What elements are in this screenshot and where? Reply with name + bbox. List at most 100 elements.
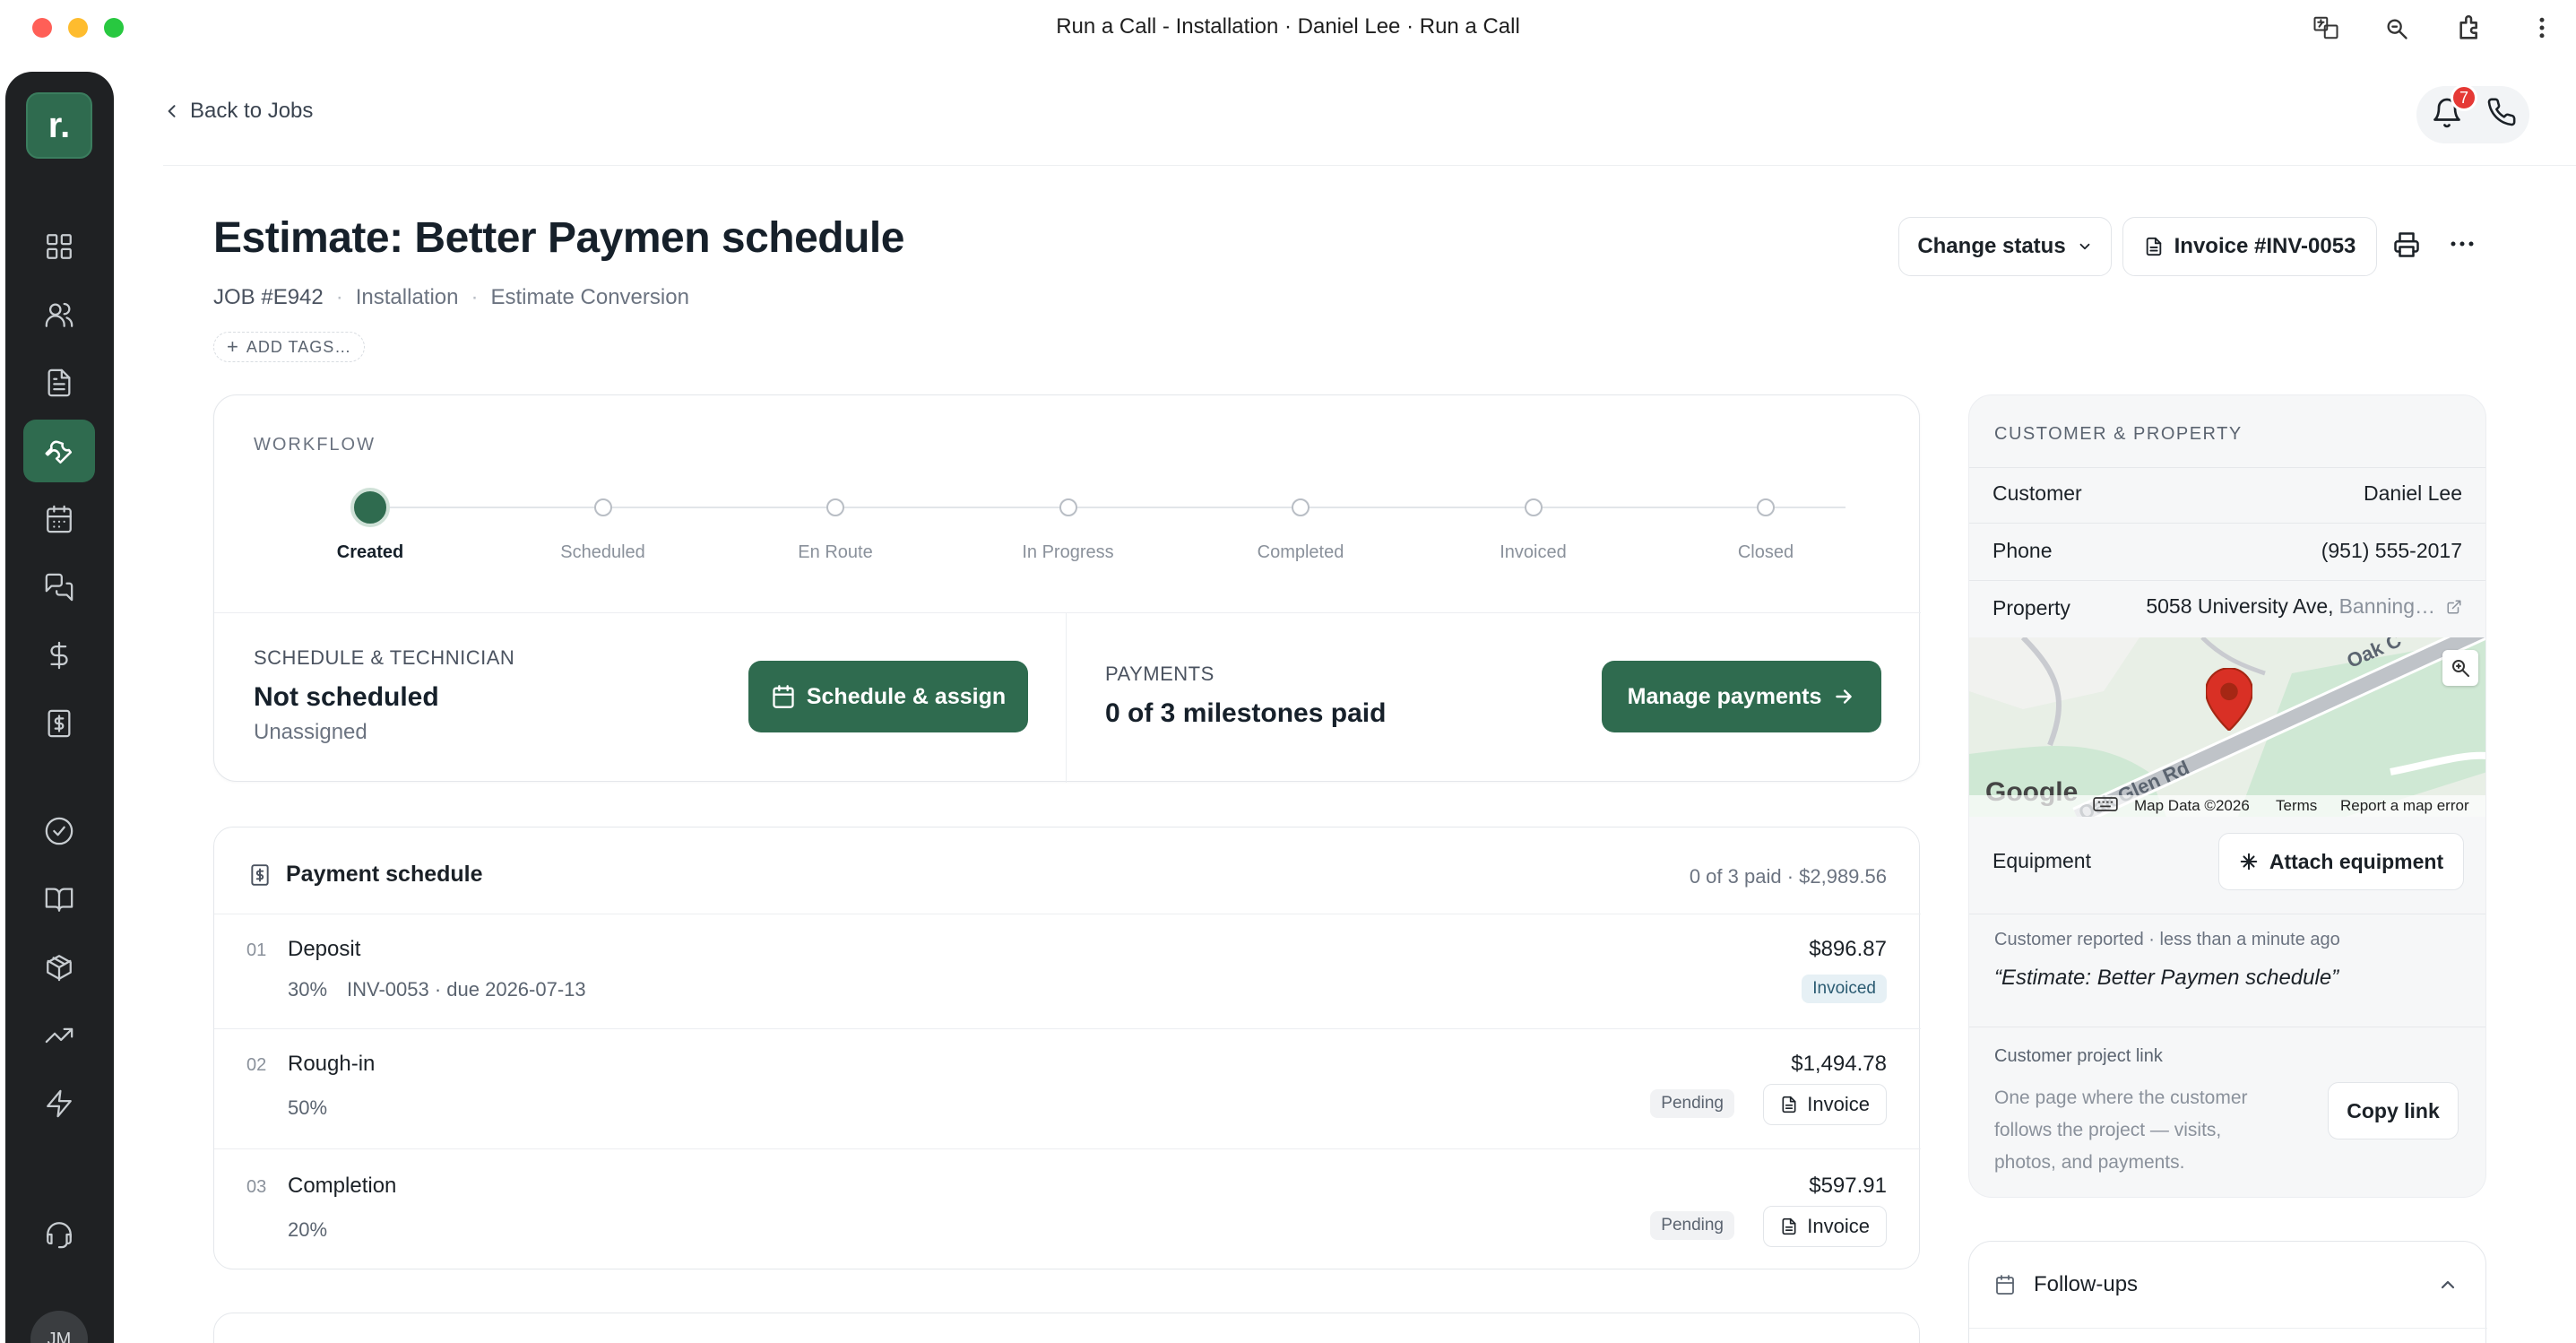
milestone-name: Completion xyxy=(288,1174,397,1198)
map-pin-icon[interactable] xyxy=(2206,668,2252,731)
create-invoice-button[interactable]: Invoice xyxy=(1763,1206,1887,1247)
calendar-icon xyxy=(47,505,72,533)
wrench-icon xyxy=(45,440,73,464)
project-link-title: Customer project link xyxy=(1994,1046,2163,1066)
sidebar-item-tasks[interactable] xyxy=(23,800,95,862)
milestone-detail: INV-0053 · due 2026-07-13 xyxy=(347,978,586,1001)
workflow-divider xyxy=(214,612,1921,613)
sidebar-item-customers[interactable] xyxy=(23,283,95,346)
milestone-name: Deposit xyxy=(288,937,361,961)
sidebar-item-reports[interactable] xyxy=(23,1004,95,1067)
separator: · xyxy=(471,285,479,309)
invoice-button[interactable]: Invoice #INV-0053 xyxy=(2122,217,2377,276)
sidebar-item-inventory[interactable] xyxy=(23,936,95,999)
chevron-up-icon[interactable] xyxy=(2437,1274,2459,1295)
keyboard-icon[interactable] xyxy=(2093,795,2118,813)
sidebar-item-jobs[interactable] xyxy=(23,420,95,482)
payment-schedule-summary: 0 of 3 paid · $2,989.56 xyxy=(1689,865,1887,888)
add-tags-label: ADD TAGS… xyxy=(246,337,352,356)
workflow-step-created-dot[interactable] xyxy=(350,488,390,527)
customer-phone[interactable]: (951) 555-2017 xyxy=(2321,539,2462,563)
invoice-label: Invoice #INV-0053 xyxy=(2174,234,2356,258)
sidebar-item-invoices[interactable] xyxy=(23,692,95,755)
grid-icon xyxy=(47,234,72,259)
workflow-step-scheduled-dot[interactable] xyxy=(593,498,612,516)
workflow-step-closed-dot[interactable] xyxy=(1757,498,1775,516)
chevron-left-icon xyxy=(168,105,176,117)
sidebar-item-payments[interactable] xyxy=(23,624,95,687)
sidebar-item-support[interactable] xyxy=(23,1203,95,1266)
sidebar-item-pricebook[interactable] xyxy=(23,868,95,931)
workflow-step-label: Created xyxy=(336,542,404,562)
workflow-track xyxy=(370,507,1846,508)
more-vertical-icon[interactable] xyxy=(2533,14,2551,41)
job-meta: JOB #E942 · Installation · Estimate Conv… xyxy=(213,285,689,310)
chat-icon xyxy=(45,573,73,602)
workflow-step-label: Completed xyxy=(1257,542,1344,562)
next-section-card xyxy=(213,1313,1920,1343)
invoice-icon xyxy=(248,863,272,887)
followups-title: Follow-ups xyxy=(2034,1272,2139,1296)
payments-caption: PAYMENTS xyxy=(1105,663,1215,685)
payment-schedule-card: Payment schedule 0 of 3 paid · $2,989.56… xyxy=(213,827,1921,1269)
attach-equipment-label: Attach equipment xyxy=(2269,849,2444,873)
more-horizontal-icon[interactable] xyxy=(2449,235,2476,253)
back-to-jobs-link[interactable]: Back to Jobs xyxy=(163,99,313,124)
status-badge: Pending xyxy=(1650,1211,1734,1240)
dollar-icon xyxy=(50,641,68,670)
sidebar-item-documents[interactable] xyxy=(23,351,95,414)
copy-link-button[interactable]: Copy link xyxy=(2328,1082,2459,1139)
sidebar-item-dashboard[interactable] xyxy=(23,215,95,278)
milestone-number: 01 xyxy=(246,940,267,960)
extensions-icon[interactable] xyxy=(2456,13,2486,43)
schedule-assign-button[interactable]: Schedule & assign xyxy=(748,661,1028,732)
milestone-number: 03 xyxy=(246,1177,267,1197)
equipment-label: Equipment xyxy=(1993,849,2091,872)
row-divider xyxy=(214,1028,1921,1029)
change-status-button[interactable]: Change status xyxy=(1898,217,2112,276)
workflow-step-en-route-dot[interactable] xyxy=(826,498,844,516)
check-circle-icon xyxy=(45,817,73,845)
map-zoom-button[interactable] xyxy=(2442,650,2478,686)
zoom-icon[interactable] xyxy=(2384,16,2409,41)
milestone-percent: 20% xyxy=(288,1218,328,1241)
workflow-step-invoiced-dot[interactable] xyxy=(1524,498,1543,516)
workflow-step-completed-dot[interactable] xyxy=(1292,498,1310,516)
notification-count-badge: 7 xyxy=(2451,84,2477,111)
workflow-step-in-progress-dot[interactable] xyxy=(1059,498,1077,516)
property-map[interactable]: Oak C Oak Glen Rd Google Map Data ©2026 … xyxy=(1969,637,2485,817)
header-divider xyxy=(163,165,2576,166)
milestone-name: Rough-in xyxy=(288,1052,376,1076)
attach-equipment-button[interactable]: Attach equipment xyxy=(2218,833,2464,890)
map-terms-link[interactable]: Terms xyxy=(2276,797,2317,815)
users-icon xyxy=(45,302,73,327)
project-link-desc-line: photos, and payments. xyxy=(1994,1152,2185,1173)
create-invoice-button[interactable]: Invoice xyxy=(1763,1084,1887,1125)
user-avatar[interactable]: JM xyxy=(30,1311,88,1343)
property-address-link[interactable]: 5058 University Ave, Banning… xyxy=(2146,594,2462,619)
zoom-in-icon xyxy=(2452,660,2469,677)
workflow-card: WORKFLOW SCHEDULE & TECHNICIAN Not sched… xyxy=(213,394,1921,783)
headset-icon xyxy=(47,1222,72,1249)
sidebar-item-messages[interactable] xyxy=(23,556,95,619)
map-report-link[interactable]: Report a map error xyxy=(2340,797,2469,815)
document-icon xyxy=(48,368,71,397)
sidebar-item-automations[interactable] xyxy=(23,1072,95,1135)
invoice-action-label: Invoice xyxy=(1807,1093,1870,1115)
manage-payments-button[interactable]: Manage payments xyxy=(1602,661,1881,732)
window-titlebar: Run a Call - Installation · Daniel Lee ·… xyxy=(0,0,2576,57)
workflow-step-label: Closed xyxy=(1737,542,1794,562)
calendar-icon xyxy=(1994,1274,2016,1295)
translate-icon[interactable] xyxy=(2312,14,2339,41)
schedule-assignee: Unassigned xyxy=(254,720,367,744)
add-tags-button[interactable]: + ADD TAGS… xyxy=(213,332,366,362)
phone-icon[interactable] xyxy=(2486,97,2517,127)
print-icon[interactable] xyxy=(2393,231,2420,258)
app-logo[interactable]: r. xyxy=(26,92,92,159)
property-label: Property xyxy=(1993,596,2070,620)
customer-property-caption: CUSTOMER & PROPERTY xyxy=(1994,424,2243,444)
sidebar-item-calendar[interactable] xyxy=(23,488,95,550)
property-address: 5058 University Ave, xyxy=(2146,594,2334,618)
box-icon xyxy=(47,955,72,982)
customer-name[interactable]: Daniel Lee xyxy=(2364,481,2462,506)
